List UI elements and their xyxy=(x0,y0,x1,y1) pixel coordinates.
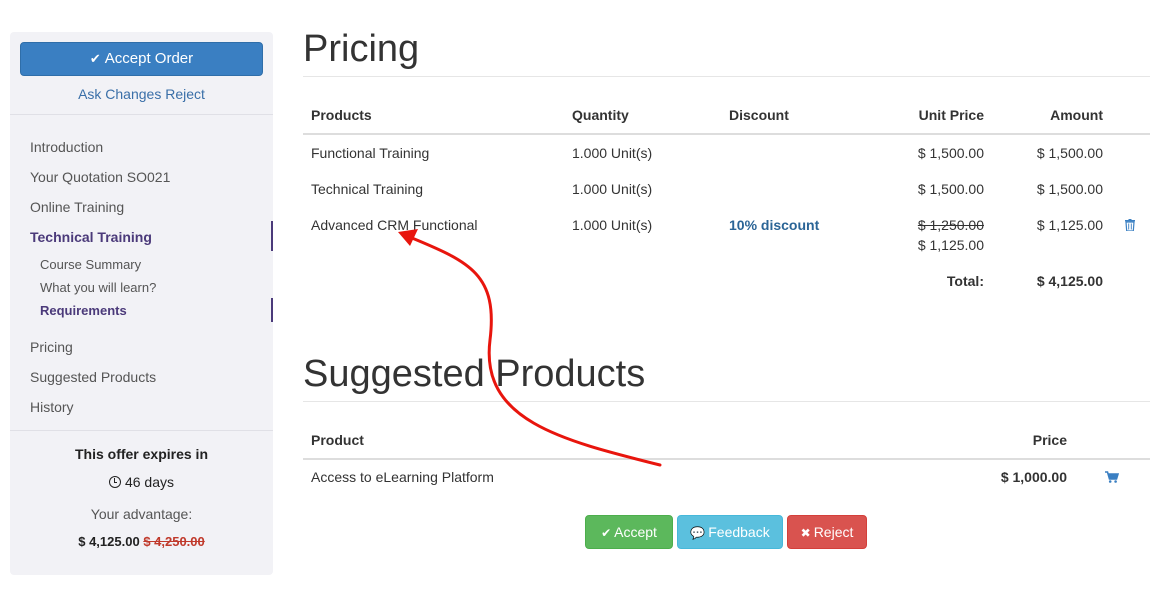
accept-order-label: Accept Order xyxy=(104,50,194,67)
sidebar-nav: Introduction Your Quotation SO021 Online… xyxy=(10,136,273,426)
check-icon: ✔ xyxy=(601,526,612,540)
col-unit-price: Unit Price xyxy=(918,107,984,123)
accept-order-button[interactable]: ✔ Accept Order xyxy=(20,42,263,76)
nav-item-history[interactable]: History xyxy=(10,396,273,426)
unit-price: $ 1,125.00 xyxy=(917,237,984,253)
total-label: Total: xyxy=(946,273,984,289)
col-discount: Discount xyxy=(729,107,789,123)
table-header-rule xyxy=(303,133,1150,135)
reject-button[interactable]: ✖ Reject xyxy=(787,515,867,549)
product-name: Functional Training xyxy=(311,145,430,161)
reject-link[interactable]: Reject xyxy=(165,86,205,102)
order-actions: Ask Changes Reject xyxy=(10,86,273,102)
unit-price: $ 1,500.00 xyxy=(917,181,984,197)
advantage-price: $ 4,125.00 $ 4,250.00 xyxy=(10,534,273,549)
active-marker xyxy=(271,221,273,251)
divider xyxy=(10,430,273,431)
col-products: Products xyxy=(311,107,372,123)
unit-price: $ 1,500.00 xyxy=(917,145,984,161)
accept-button[interactable]: ✔ Accept xyxy=(585,515,673,549)
offer-box: This offer expires in 46 days Your advan… xyxy=(10,446,273,549)
col-price: Price xyxy=(1032,432,1067,448)
offer-days: 46 days xyxy=(10,474,273,490)
offer-days-value: 46 days xyxy=(124,474,175,490)
feedback-label: Feedback xyxy=(708,524,770,540)
nav-item-quotation[interactable]: Your Quotation SO021 xyxy=(10,166,273,196)
quantity: 1.000 Unit(s) xyxy=(572,145,653,161)
title-rule xyxy=(303,76,1150,77)
advantage-new-price: $ 4,125.00 xyxy=(78,534,140,549)
advantage-old-price: $ 4,250.00 xyxy=(143,534,205,549)
accept-label: Accept xyxy=(614,524,657,540)
nav-item-online-training[interactable]: Online Training xyxy=(10,196,273,226)
discount-badge: 10% discount xyxy=(729,217,820,233)
nav-sub-label: Requirements xyxy=(40,303,127,318)
product-name: Technical Training xyxy=(311,181,424,197)
comment-icon: 💬 xyxy=(690,526,706,540)
suggested-product-name: Access to eLearning Platform xyxy=(311,469,494,485)
nav-item-introduction[interactable]: Introduction xyxy=(10,136,273,166)
close-icon: ✖ xyxy=(800,526,811,540)
nav-sub-what-you-will-learn[interactable]: What you will learn? xyxy=(10,279,273,302)
nav-item-technical-training[interactable]: Technical Training xyxy=(10,221,273,256)
ask-changes-link[interactable]: Ask Changes xyxy=(78,86,161,102)
nav-item-label: Technical Training xyxy=(30,229,152,245)
quantity: 1.000 Unit(s) xyxy=(572,181,653,197)
cart-icon[interactable] xyxy=(1105,471,1119,483)
old-unit-price: $ 1,250.00 xyxy=(917,217,984,233)
nav-sub-requirements[interactable]: Requirements xyxy=(10,298,273,325)
clock-icon xyxy=(108,476,121,488)
nav-item-pricing[interactable]: Pricing xyxy=(10,336,273,366)
amount: $ 1,500.00 xyxy=(1036,181,1103,197)
offer-expires-label: This offer expires in xyxy=(74,446,209,462)
sidebar: ✔ Accept Order Ask Changes Reject Introdu… xyxy=(10,32,273,575)
total-amount: $ 4,125.00 xyxy=(1036,273,1103,289)
suggested-title: Suggested Products xyxy=(303,353,646,395)
reject-label: Reject xyxy=(813,524,854,540)
check-icon: ✔ xyxy=(89,51,101,66)
quantity: 1.000 Unit(s) xyxy=(572,217,653,233)
title-rule xyxy=(303,401,1150,402)
amount: $ 1,500.00 xyxy=(1036,145,1103,161)
col-product: Product xyxy=(311,432,364,448)
active-marker xyxy=(271,298,273,322)
col-amount: Amount xyxy=(1050,107,1103,123)
table-header-rule xyxy=(303,458,1150,460)
advantage-label: Your advantage: xyxy=(90,506,193,522)
divider xyxy=(10,114,273,115)
pricing-title: Pricing xyxy=(303,28,420,70)
suggested-product-price: $ 1,000.00 xyxy=(1000,469,1067,485)
nav-sub-course-summary[interactable]: Course Summary xyxy=(10,256,273,279)
amount: $ 1,125.00 xyxy=(1036,217,1103,233)
feedback-button[interactable]: 💬 Feedback xyxy=(677,515,783,549)
trash-icon[interactable] xyxy=(1125,219,1135,231)
product-name: Advanced CRM Functional xyxy=(311,217,478,233)
nav-item-suggested-products[interactable]: Suggested Products xyxy=(10,366,273,396)
col-quantity: Quantity xyxy=(572,107,629,123)
